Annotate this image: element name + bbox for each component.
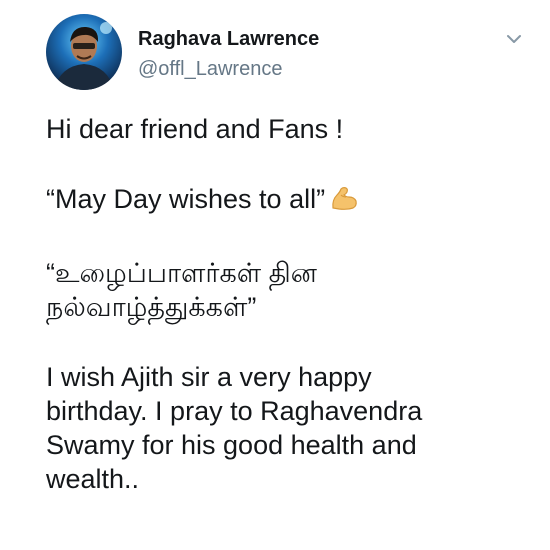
flexed-biceps-icon: [329, 186, 359, 220]
tweet-line: Hi dear friend and Fans !: [46, 114, 344, 144]
tweet-line: I wish Ajith sir a very happy: [46, 362, 372, 392]
avatar-photo: [46, 14, 122, 90]
tweet-body: Hi dear friend and Fans ! “May Day wishe…: [46, 112, 536, 496]
tweet-line: “உழைப்பாளர்கள் தின: [46, 258, 317, 288]
tweet-line: நல்வாழ்த்துக்கள்”: [46, 292, 257, 322]
avatar[interactable]: [46, 14, 122, 90]
tweet-line: birthday. I pray to Raghavendra: [46, 396, 423, 426]
tamil-paragraph: “உழைப்பாளர்கள் தின நல்வாழ்த்துக்கள்”: [46, 256, 536, 324]
tweet-card: Raghava Lawrence @offl_Lawrence Hi dear …: [0, 0, 550, 550]
author-display-name[interactable]: Raghava Lawrence: [138, 28, 319, 51]
author-handle[interactable]: @offl_Lawrence: [138, 58, 282, 81]
greeting-paragraph: Hi dear friend and Fans !: [46, 112, 536, 146]
birthday-paragraph: I wish Ajith sir a very happy birthday. …: [46, 360, 536, 496]
chevron-down-icon[interactable]: [503, 28, 525, 50]
tweet-line: Swamy for his good health and: [46, 430, 417, 460]
tweet-line: “May Day wishes to all”: [46, 182, 536, 220]
tweet-header: Raghava Lawrence @offl_Lawrence: [0, 0, 550, 100]
mayday-text: “May Day wishes to all”: [46, 184, 326, 214]
tweet-line: wealth..: [46, 464, 140, 494]
mayday-paragraph: “May Day wishes to all”: [46, 182, 536, 220]
